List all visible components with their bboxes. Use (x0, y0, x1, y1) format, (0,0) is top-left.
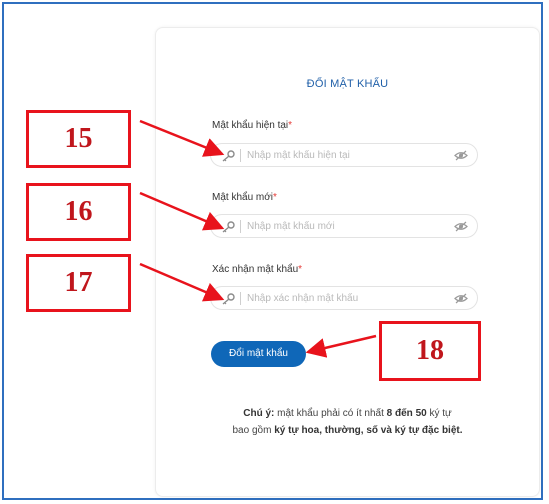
annotation-badge-18: 18 (379, 321, 481, 381)
arrow-15 (139, 119, 225, 157)
annotation-badge-17: 17 (26, 254, 131, 312)
annotation-badge-16: 16 (26, 183, 131, 241)
annotation-badge-15: 15 (26, 110, 131, 168)
arrow-16 (139, 191, 225, 231)
arrow-17 (139, 262, 225, 302)
arrow-18 (305, 334, 377, 358)
annotation-arrows (139, 119, 377, 358)
